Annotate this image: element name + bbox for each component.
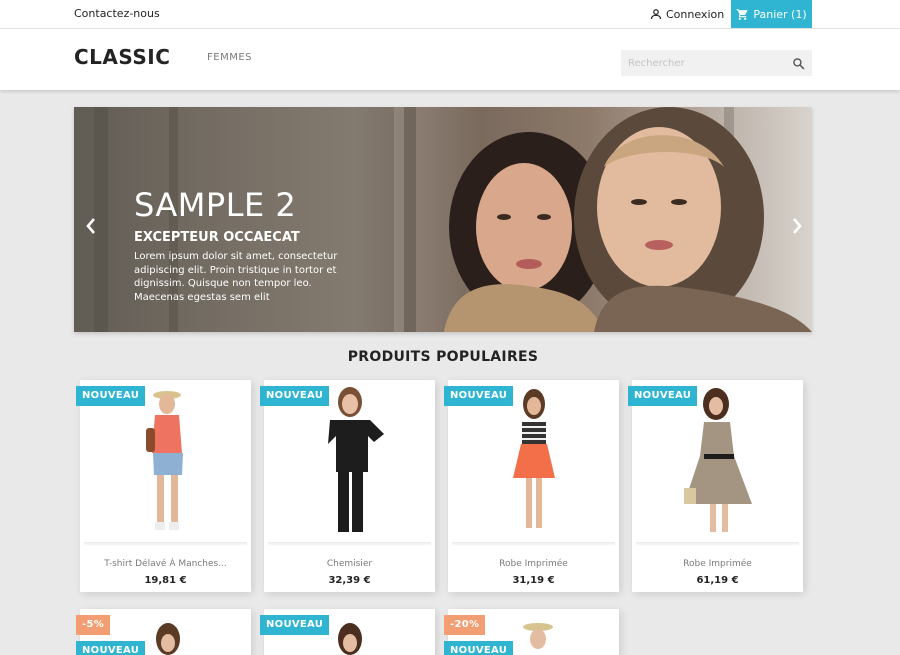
login-label: Connexion bbox=[666, 7, 725, 21]
product-card[interactable]: Robe Imprimée 61,19 € bbox=[632, 380, 803, 592]
new-badge: NOUVEAU bbox=[628, 386, 698, 406]
chevron-left-icon[interactable] bbox=[85, 217, 97, 235]
product-price: 61,19 € bbox=[696, 575, 739, 586]
slide-caption: SAMPLE 2 EXCEPTEUR OCCAECAT Lorem ipsum … bbox=[134, 189, 364, 304]
new-badge: NOUVEAU bbox=[444, 386, 514, 406]
product-price: 31,19 € bbox=[512, 575, 555, 586]
discount-badge: -5% bbox=[76, 615, 111, 635]
login-link[interactable]: Connexion bbox=[650, 6, 724, 22]
search-box bbox=[621, 50, 812, 76]
contact-link[interactable]: Contactez-nous bbox=[74, 7, 160, 20]
site-header: CLASSIC FEMMES bbox=[0, 29, 900, 90]
slide-subtitle: EXCEPTEUR OCCAECAT bbox=[134, 230, 300, 245]
new-badge: NOUVEAU bbox=[76, 641, 146, 655]
cart-icon bbox=[736, 8, 748, 20]
product-name[interactable]: Robe Imprimée bbox=[632, 559, 803, 569]
product-name[interactable]: Chemisier bbox=[264, 559, 435, 569]
hero-slider[interactable]: SAMPLE 2 EXCEPTEUR OCCAECAT Lorem ipsum … bbox=[74, 107, 812, 332]
image-divider bbox=[268, 542, 431, 546]
product-card[interactable]: Chemisier 32,39 € bbox=[264, 380, 435, 592]
new-badge: NOUVEAU bbox=[260, 615, 330, 635]
product-name[interactable]: T-shirt Délavé À Manches... bbox=[80, 559, 251, 569]
user-icon bbox=[650, 9, 662, 20]
product-card[interactable]: T-shirt Délavé À Manches... 19,81 € bbox=[80, 380, 251, 592]
image-divider bbox=[452, 542, 615, 546]
image-divider bbox=[84, 542, 247, 546]
slide-title: SAMPLE 2 bbox=[134, 186, 297, 224]
new-badge: NOUVEAU bbox=[76, 386, 146, 406]
menu-item-femmes[interactable]: FEMMES bbox=[207, 52, 252, 63]
image-divider bbox=[636, 542, 799, 546]
product-name[interactable]: Robe Imprimée bbox=[448, 559, 619, 569]
product-price: 32,39 € bbox=[328, 575, 371, 586]
slide-text: Lorem ipsum dolor sit amet, consectetur … bbox=[134, 251, 338, 303]
top-nav: Contactez-nous Connexion Panier (1) bbox=[0, 0, 900, 29]
product-price: 19,81 € bbox=[144, 575, 187, 586]
chevron-right-icon[interactable] bbox=[791, 217, 803, 235]
search-icon[interactable] bbox=[792, 57, 805, 70]
section-title: PRODUITS POPULAIRES bbox=[347, 349, 539, 365]
logo[interactable]: CLASSIC bbox=[74, 45, 170, 69]
new-badge: NOUVEAU bbox=[260, 386, 330, 406]
discount-badge: -20% bbox=[444, 615, 486, 635]
cart-button[interactable]: Panier (1) bbox=[731, 0, 812, 28]
product-card[interactable]: Robe Imprimée 31,19 € bbox=[448, 380, 619, 592]
new-badge: NOUVEAU bbox=[444, 641, 514, 655]
search-input[interactable] bbox=[621, 50, 781, 76]
cart-label: Panier (1) bbox=[753, 7, 807, 21]
